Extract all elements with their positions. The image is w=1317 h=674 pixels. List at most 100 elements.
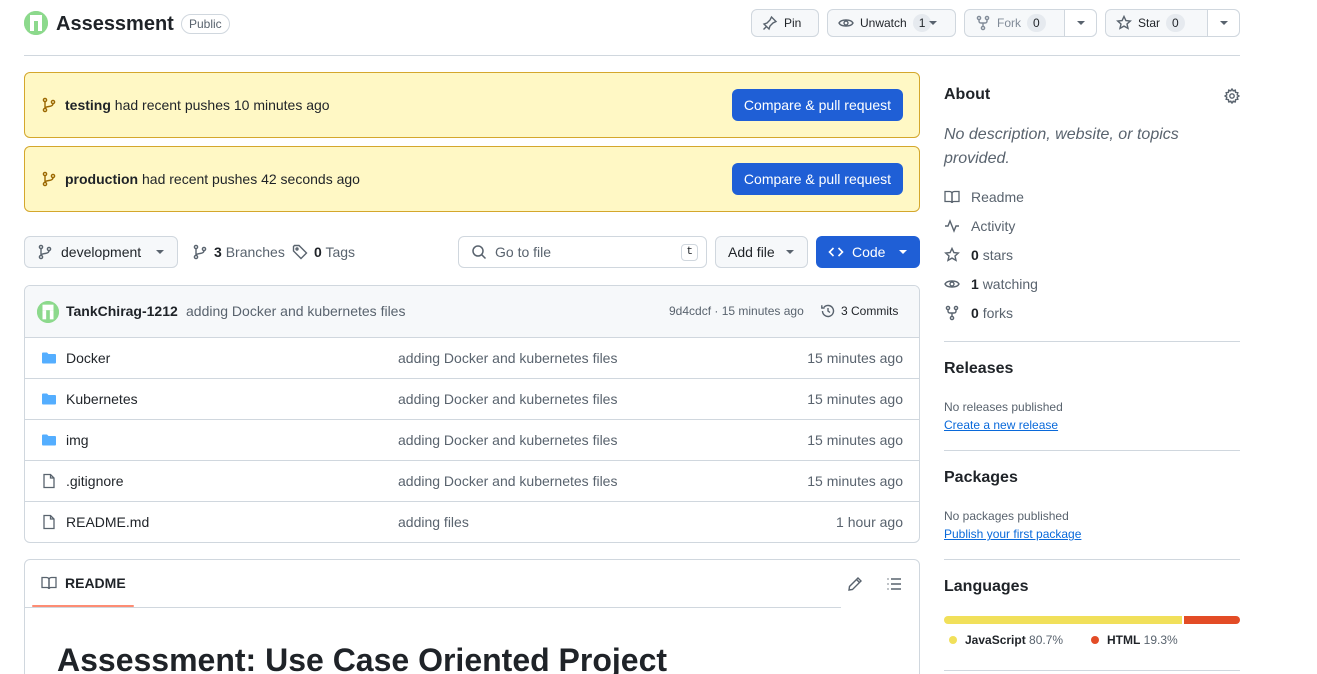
file-row[interactable]: .gitignore adding Docker and kubernetes … [25, 461, 919, 502]
owner-avatar[interactable] [24, 11, 48, 35]
file-name[interactable]: .gitignore [66, 473, 124, 489]
watching-count: 1 [971, 276, 979, 292]
fork-label: Fork [997, 16, 1021, 30]
readme-tab[interactable]: README [41, 575, 126, 591]
repo-header: Assessment Public Pin Unwatch 1 Fork 0 S [24, 0, 1240, 56]
file-icon [41, 473, 57, 489]
divider [944, 670, 1240, 671]
publish-package-link[interactable]: Publish your first package [944, 527, 1081, 541]
file-name[interactable]: README.md [66, 514, 149, 530]
banner-branch[interactable]: testing [65, 97, 111, 113]
banner-branch[interactable]: production [65, 171, 138, 187]
file-commit-message[interactable]: adding files [398, 514, 469, 530]
tags-link[interactable]: 0 Tags [292, 244, 355, 260]
branch-name: development [61, 244, 142, 260]
divider [25, 607, 841, 608]
pencil-icon[interactable] [847, 576, 863, 592]
language-bar-segment-html[interactable] [1183, 616, 1240, 624]
branches-link[interactable]: 3 Branches [192, 244, 285, 260]
language-javascript[interactable]: JavaScript 80.7% [949, 633, 1063, 647]
compare-pull-request-button[interactable]: Compare & pull request [731, 163, 903, 195]
commit-author[interactable]: TankChirag-1212 [66, 303, 178, 319]
commit-message[interactable]: adding Docker and kubernetes files [186, 303, 405, 319]
star-icon [944, 247, 960, 263]
releases-heading[interactable]: Releases [944, 360, 1013, 378]
language-html[interactable]: HTML 19.3% [1091, 633, 1178, 647]
readme-heading: Assessment: Use Case Oriented Project [57, 642, 668, 674]
star-button[interactable]: Star 0 [1105, 9, 1240, 37]
commits-link[interactable]: 3 Commits [820, 303, 898, 319]
readme-link-label: Readme [971, 189, 1024, 205]
file-row[interactable]: Docker adding Docker and kubernetes file… [25, 338, 919, 379]
branches-label: Branches [225, 244, 285, 260]
activity-label: Activity [971, 218, 1016, 234]
gear-icon[interactable] [1224, 88, 1240, 104]
file-date: 15 minutes ago [807, 350, 903, 366]
about-heading: About [944, 86, 991, 103]
fork-button[interactable]: Fork 0 [964, 9, 1097, 37]
author-avatar[interactable] [37, 301, 59, 323]
add-file-button[interactable]: Add file [715, 236, 808, 268]
fork-counter: 0 [1027, 14, 1046, 32]
watch-dropdown[interactable] [928, 20, 938, 26]
visibility-badge: Public [181, 14, 230, 34]
star-counter: 0 [1166, 14, 1185, 32]
pin-icon [762, 15, 778, 31]
branch-selector[interactable]: development [24, 236, 178, 268]
search-icon [471, 244, 487, 260]
outline-list-icon[interactable] [886, 576, 902, 592]
language-bar [944, 616, 1240, 624]
file-row[interactable]: img adding Docker and kubernetes files 1… [25, 420, 919, 461]
unwatch-button[interactable]: Unwatch 1 [827, 9, 956, 37]
forks-link[interactable]: 0 forks [944, 305, 1013, 321]
create-release-link[interactable]: Create a new release [944, 418, 1058, 432]
divider [944, 341, 1240, 342]
fork-dropdown[interactable] [1064, 10, 1096, 36]
tags-count: 0 [314, 244, 322, 260]
file-date: 15 minutes ago [807, 432, 903, 448]
caret-down-icon [785, 249, 795, 255]
tag-icon [292, 244, 308, 260]
file-icon [41, 514, 57, 530]
packages-heading[interactable]: Packages [944, 469, 1018, 487]
activity-link[interactable]: Activity [944, 218, 1015, 234]
file-commit-message[interactable]: adding Docker and kubernetes files [398, 350, 617, 366]
add-file-label: Add file [728, 244, 775, 260]
book-icon [944, 189, 960, 205]
unwatch-label: Unwatch [860, 16, 907, 30]
folder-icon [41, 432, 57, 448]
latest-commit-bar: TankChirag-1212 adding Docker and kubern… [25, 286, 919, 338]
code-icon [828, 244, 844, 260]
divider [944, 450, 1240, 451]
language-bar-segment-javascript[interactable] [944, 616, 1182, 624]
go-to-file-input[interactable]: Go to file t [458, 236, 707, 268]
eye-icon [838, 15, 854, 31]
book-icon [41, 575, 57, 591]
forks-count: 0 [971, 305, 979, 321]
pin-button[interactable]: Pin [751, 9, 819, 37]
file-commit-message[interactable]: adding Docker and kubernetes files [398, 391, 617, 407]
search-placeholder: Go to file [495, 244, 552, 260]
file-browser: TankChirag-1212 adding Docker and kubern… [24, 285, 920, 543]
compare-pull-request-button[interactable]: Compare & pull request [731, 89, 903, 121]
file-name[interactable]: Docker [66, 350, 110, 366]
file-row[interactable]: Kubernetes adding Docker and kubernetes … [25, 379, 919, 420]
repo-name[interactable]: Assessment [56, 11, 174, 37]
commit-meta[interactable]: 9d4cdcf · 15 minutes ago [669, 304, 804, 318]
file-commit-message[interactable]: adding Docker and kubernetes files [398, 432, 617, 448]
language-name: HTML [1107, 633, 1141, 647]
languages-heading: Languages [944, 578, 1029, 595]
readme-tab-label: README [65, 575, 126, 591]
branch-icon [37, 244, 53, 260]
file-name[interactable]: Kubernetes [66, 391, 138, 407]
caret-down-icon [155, 249, 165, 255]
code-button[interactable]: Code [816, 236, 920, 268]
file-name[interactable]: img [66, 432, 89, 448]
stars-link[interactable]: 0 stars [944, 247, 1013, 263]
file-commit-message[interactable]: adding Docker and kubernetes files [398, 473, 617, 489]
readme-link[interactable]: Readme [944, 189, 1024, 205]
watching-link[interactable]: 1 watching [944, 276, 1038, 292]
about-description: No description, website, or topics provi… [944, 126, 1179, 167]
star-dropdown[interactable] [1207, 10, 1239, 36]
file-row[interactable]: README.md adding files 1 hour ago [25, 502, 919, 542]
